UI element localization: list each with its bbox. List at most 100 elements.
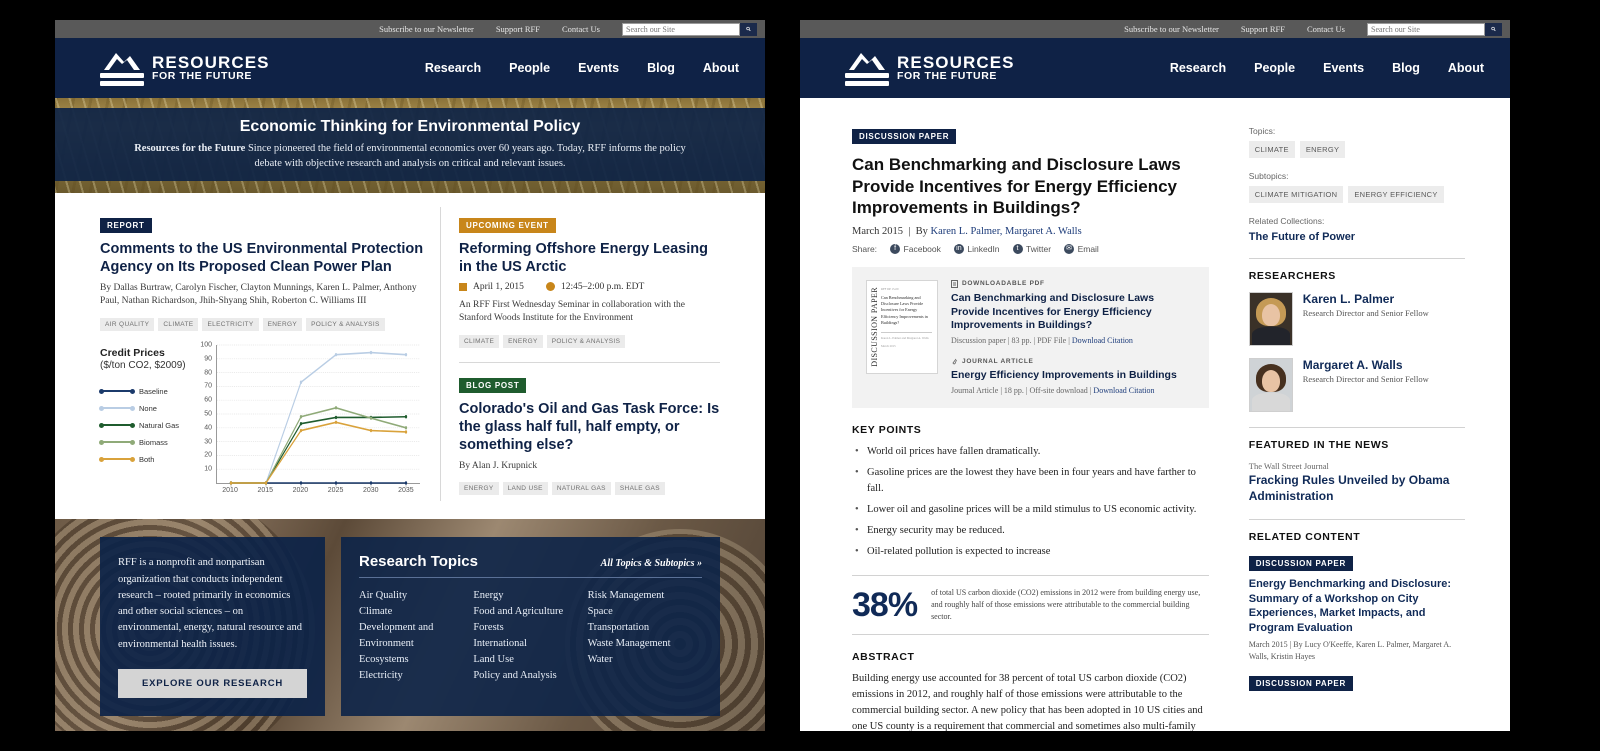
researcher-item[interactable]: Karen L. Palmer Research Director and Sen… [1248,292,1465,346]
topic-link[interactable]: Policy and Analysis [473,668,587,684]
utility-link-newsletter[interactable]: Subscribe to our Newsletter [1124,24,1219,34]
nav-item-blog[interactable]: Blog [647,61,675,75]
legend-swatch [99,456,135,462]
topic-link[interactable]: Risk Management [588,588,702,604]
related-content-heading: RELATED CONTENT [1248,531,1361,544]
topic-link[interactable]: Space [588,604,702,620]
share-linkedin[interactable]: in LinkedIn [953,243,1000,254]
researcher-name[interactable]: Karen L. Palmer [1303,292,1429,306]
paper-main-column: DISCUSSION PAPER Can Benchmarking and Di… [852,126,1231,731]
search-button[interactable] [740,22,757,36]
nav-item-research[interactable]: Research [425,61,481,75]
mountain-logo-icon [845,50,889,86]
chip[interactable]: ENERGY [503,334,543,348]
y-tick-label: 10 [204,465,212,473]
topic-link[interactable]: Energy [473,588,587,604]
chip[interactable]: ENERGY [262,317,303,331]
related-title[interactable]: Energy Benchmarking and Disclosure: Summ… [1249,577,1465,635]
all-topics-link[interactable]: All Topics & Subtopics » [601,558,702,569]
topic-link[interactable]: Food and Agriculture [473,604,587,620]
chip[interactable]: ENERGY [459,482,499,496]
researcher-name[interactable]: Margaret A. Walls [1303,358,1429,372]
subtopic-chip[interactable]: ENERGY EFFICIENCY [1348,186,1444,203]
search-input[interactable] [622,22,740,36]
chip[interactable]: CLIMATE [158,317,199,331]
topic-link[interactable]: Waste Management [588,636,702,652]
topic-link[interactable]: Air Quality [359,588,473,604]
chip[interactable]: POLICY & ANALYSIS [306,317,385,331]
topic-link[interactable]: Land Use [473,652,587,668]
chip[interactable]: ELECTRICITY [202,317,259,331]
site-logo[interactable]: RESOURCES FOR THE FUTURE [845,50,1015,86]
related-collection-link[interactable]: The Future of Power [1249,231,1465,243]
utility-link-newsletter[interactable]: Subscribe to our Newsletter [379,24,474,34]
share-email[interactable]: ✉ Email [1064,243,1099,254]
event-title[interactable]: Reforming Offshore Energy Leasing in the… [459,241,720,277]
topic-link[interactable]: Forests [473,620,587,636]
report-title[interactable]: Comments to the US Environmental Protect… [100,241,424,277]
topic-chip[interactable]: ENERGY [1299,141,1346,158]
nav-item-about[interactable]: About [1448,61,1484,75]
news-title-link[interactable]: Fracking Rules Unveiled by Obama Adminis… [1249,473,1465,504]
key-point-item: World oil prices have fallen dramaticall… [852,444,1209,459]
download-title-pdf[interactable]: Can Benchmarking and Disclosure Laws Pro… [951,292,1195,334]
share-twitter[interactable]: t Twitter [1012,243,1051,254]
utility-link-support[interactable]: Support RFF [496,24,540,34]
chip[interactable]: SHALE GAS [614,482,665,496]
site-logo[interactable]: RESOURCES FOR THE FUTURE [100,50,270,86]
hero-lead-rest: Since pioneered the field of environment… [245,142,686,169]
explore-our-research-button[interactable]: EXPLORE OUR RESEARCH [118,668,307,698]
topic-link[interactable]: Climate [359,604,473,620]
homepage-screenshot: Subscribe to our Newsletter Support RFF … [55,20,765,731]
subtopic-chip[interactable]: CLIMATE MITIGATION [1248,186,1344,203]
topic-link[interactable]: International [473,636,587,652]
nav-item-people[interactable]: People [1254,61,1295,75]
search-input[interactable] [1367,22,1485,36]
search-button[interactable] [1485,22,1502,36]
chip[interactable]: LAND USE [502,482,548,496]
main-navigation: RESOURCES FOR THE FUTURE Research People… [800,38,1510,98]
topic-link[interactable]: Development and Environment [359,620,473,652]
utility-link-support[interactable]: Support RFF [1241,24,1285,34]
chart-x-axis-labels: 2010 2015 2020 2025 2030 2035 [216,487,420,501]
chip[interactable]: AIR QUALITY [100,317,155,331]
topics-label: Topics: [1248,126,1276,136]
brand-line-2: FOR THE FUTURE [152,70,252,83]
site-search[interactable] [1367,22,1502,36]
download-citation-link[interactable]: Download Citation [1072,336,1133,345]
utility-link-contact[interactable]: Contact Us [1307,24,1345,34]
researcher-item[interactable]: Margaret A. Walls Research Director and S… [1248,358,1465,412]
chart-title: Credit Prices [100,346,165,359]
nav-item-people[interactable]: People [509,61,550,75]
researcher-title: Research Director and Senior Fellow [1302,374,1429,384]
download-title-journal[interactable]: Energy Efficiency Improvements in Buildi… [951,369,1195,383]
utility-bar: Subscribe to our Newsletter Support RFF … [800,20,1510,38]
topic-link[interactable]: Ecosystems [359,652,473,668]
topic-chip[interactable]: CLIMATE [1248,141,1295,158]
nav-item-research[interactable]: Research [1170,61,1226,75]
magnifier-icon [746,26,751,32]
credit-prices-chart: Credit Prices ($/ton CO2, $2009) Baselin… [99,341,424,501]
nav-item-events[interactable]: Events [1323,61,1364,75]
utility-link-contact[interactable]: Contact Us [562,24,600,34]
topic-link[interactable]: Water [588,652,702,668]
chip[interactable]: CLIMATE [459,334,500,348]
researchers-heading: RESEARCHERS [1248,270,1336,282]
nav-item-events[interactable]: Events [578,61,619,75]
divider [459,361,720,363]
paper-authors[interactable]: Karen L. Palmer, Margaret A. Walls [931,226,1082,237]
paper-cover-thumbnail[interactable]: DISCUSSION PAPER RFF DP 15-09 Can Benchm… [866,279,938,374]
topics-column-3: Risk Management Space Transportation Waste … [588,588,702,684]
download-citation-link[interactable]: Download Citation [1093,386,1154,395]
chip[interactable]: POLICY & ANALYSIS [546,334,626,348]
chip[interactable]: NATURAL GAS [551,482,611,496]
topic-link[interactable]: Transportation [588,620,702,636]
about-rff-panel: RFF is a nonprofit and nonpartisan organ… [100,537,325,717]
nav-item-about[interactable]: About [703,61,739,75]
topic-link[interactable]: Electricity [359,668,473,684]
nav-item-blog[interactable]: Blog [1392,61,1420,75]
status-badge-discussion-paper: DISCUSSION PAPER [852,129,957,144]
share-facebook[interactable]: f Facebook [890,243,941,254]
site-search[interactable] [622,22,757,36]
blog-title[interactable]: Colorado's Oil and Gas Task Force: Is th… [459,401,720,455]
